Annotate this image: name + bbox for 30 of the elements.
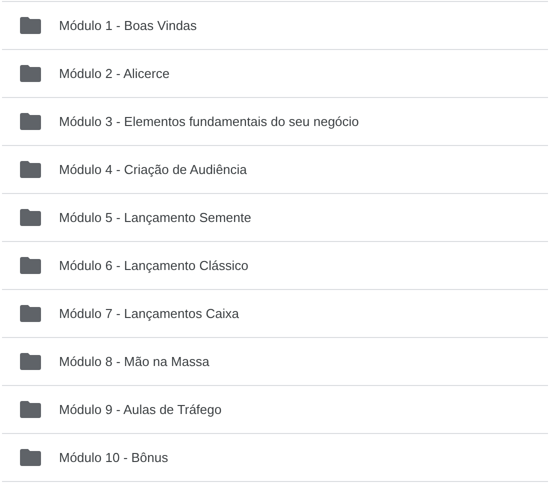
folder-row[interactable]: Módulo 10 - Bônus — [2, 434, 548, 482]
folder-icon — [20, 209, 41, 226]
folder-row[interactable]: Módulo 8 - Mão na Massa — [2, 338, 548, 386]
folder-name: Módulo 5 - Lançamento Semente — [59, 208, 252, 227]
folder-icon — [20, 17, 41, 34]
folder-icon — [20, 161, 41, 178]
folder-row[interactable]: Módulo 2 - Alicerce — [2, 50, 548, 98]
folder-icon — [20, 353, 41, 370]
folder-row[interactable]: Módulo 1 - Boas Vindas — [2, 2, 548, 50]
folder-name: Módulo 2 - Alicerce — [59, 64, 170, 83]
folder-name: Módulo 7 - Lançamentos Caixa — [59, 304, 239, 323]
folder-name: Módulo 8 - Mão na Massa — [59, 352, 210, 371]
folder-row[interactable]: Módulo 6 - Lançamento Clássico — [2, 242, 548, 290]
folder-icon — [20, 257, 41, 274]
folder-row[interactable]: Módulo 7 - Lançamentos Caixa — [2, 290, 548, 338]
folder-row[interactable]: Módulo 9 - Aulas de Tráfego — [2, 386, 548, 434]
folder-icon — [20, 113, 41, 130]
folder-name: Módulo 4 - Criação de Audiência — [59, 160, 247, 179]
folder-name: Módulo 10 - Bônus — [59, 448, 168, 467]
folder-name: Módulo 3 - Elementos fundamentais do seu negócio — [59, 112, 359, 131]
folder-name: Módulo 9 - Aulas de Tráfego — [59, 400, 222, 419]
folder-icon — [20, 401, 41, 418]
folder-name: Módulo 6 - Lançamento Clássico — [59, 256, 248, 275]
folder-icon — [20, 65, 41, 82]
folder-row[interactable]: Módulo 3 - Elementos fundamentais do seu negócio — [2, 98, 548, 146]
folder-icon — [20, 449, 41, 466]
folder-row[interactable]: Módulo 4 - Criação de Audiência — [2, 146, 548, 194]
folder-icon — [20, 305, 41, 322]
folder-row[interactable]: Módulo 5 - Lançamento Semente — [2, 194, 548, 242]
folder-name: Módulo 1 - Boas Vindas — [59, 16, 197, 35]
